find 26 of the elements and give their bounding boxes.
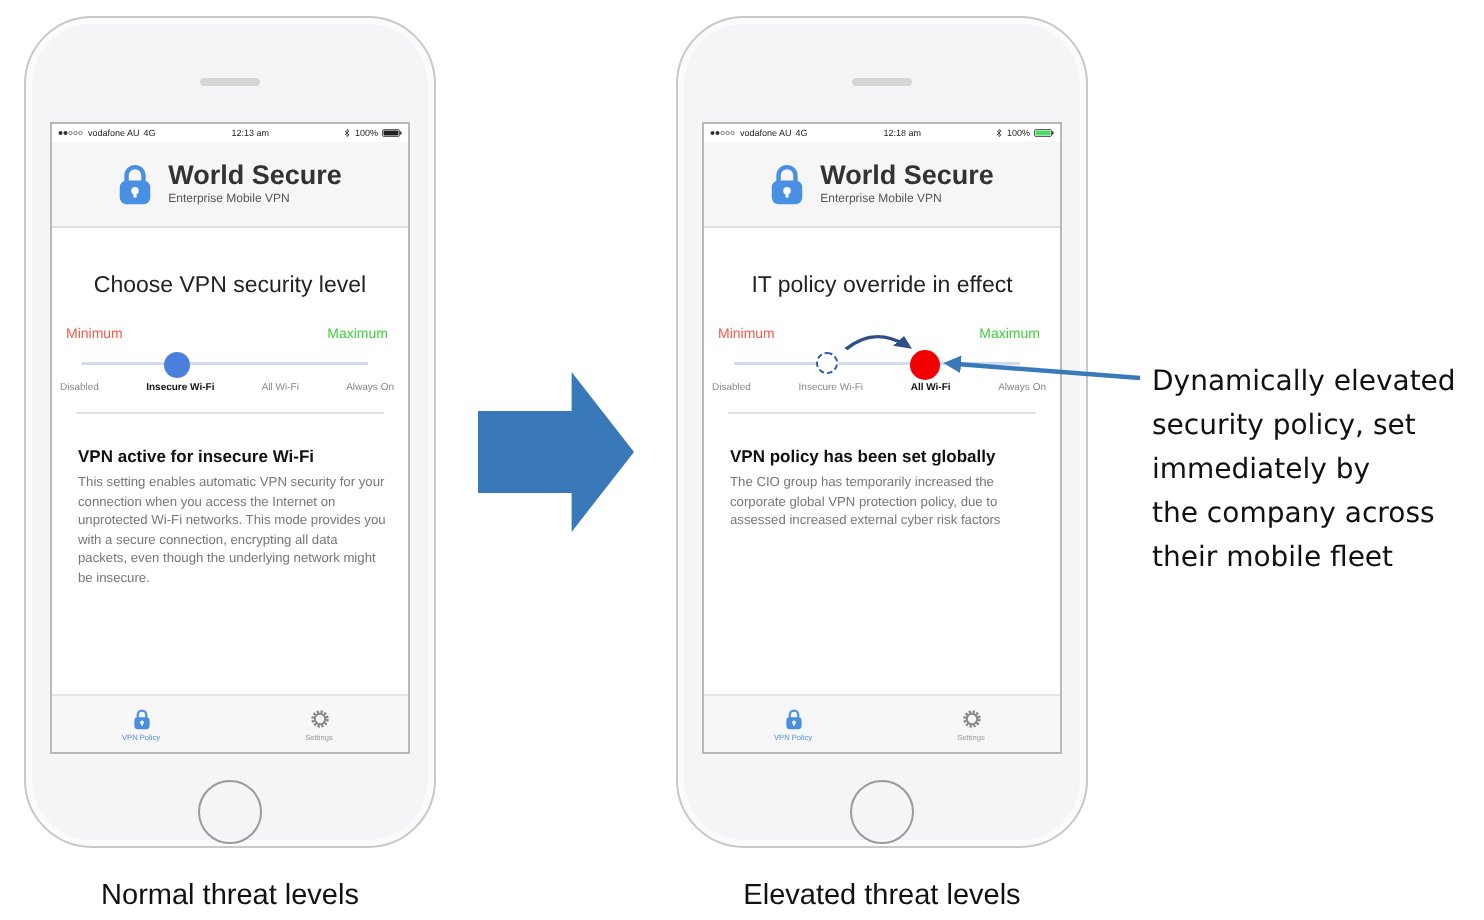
caption-text: Normal threat levels: [101, 880, 359, 912]
padlock-icon: [118, 162, 153, 206]
annotation-text: Dynamically elevated security policy, set immediately by the company across their mobile fleet: [1152, 364, 1456, 578]
signal-icon: [58, 130, 84, 136]
bluetooth-icon: [996, 128, 1003, 138]
speaker-slot: [200, 78, 260, 86]
signal-icon: [710, 130, 736, 136]
bluetooth-icon: [344, 128, 351, 138]
app-title: World Secure: [820, 160, 994, 192]
settings-icon: [309, 707, 329, 729]
slider-thumb[interactable]: [910, 349, 941, 379]
info-title: VPN active for insecure Wi-Fi: [78, 446, 317, 468]
right-arrow-icon: [478, 372, 634, 532]
padlock-icon: [770, 162, 805, 206]
screen-heading: Choose VPN security level: [91, 272, 369, 300]
screen-heading: IT policy override in effect: [749, 272, 1015, 300]
settings-icon: [961, 707, 981, 729]
speaker-slot: [852, 78, 912, 86]
info-title: VPN policy has been set globally: [730, 446, 998, 468]
home-button[interactable]: [850, 780, 914, 844]
slider-thumb[interactable]: [163, 351, 190, 377]
padlock-icon: [131, 707, 151, 729]
home-button[interactable]: [198, 780, 262, 844]
app-title: World Secure: [168, 160, 342, 192]
caption-text: Elevated threat levels: [743, 880, 1021, 912]
padlock-icon: [783, 707, 803, 729]
